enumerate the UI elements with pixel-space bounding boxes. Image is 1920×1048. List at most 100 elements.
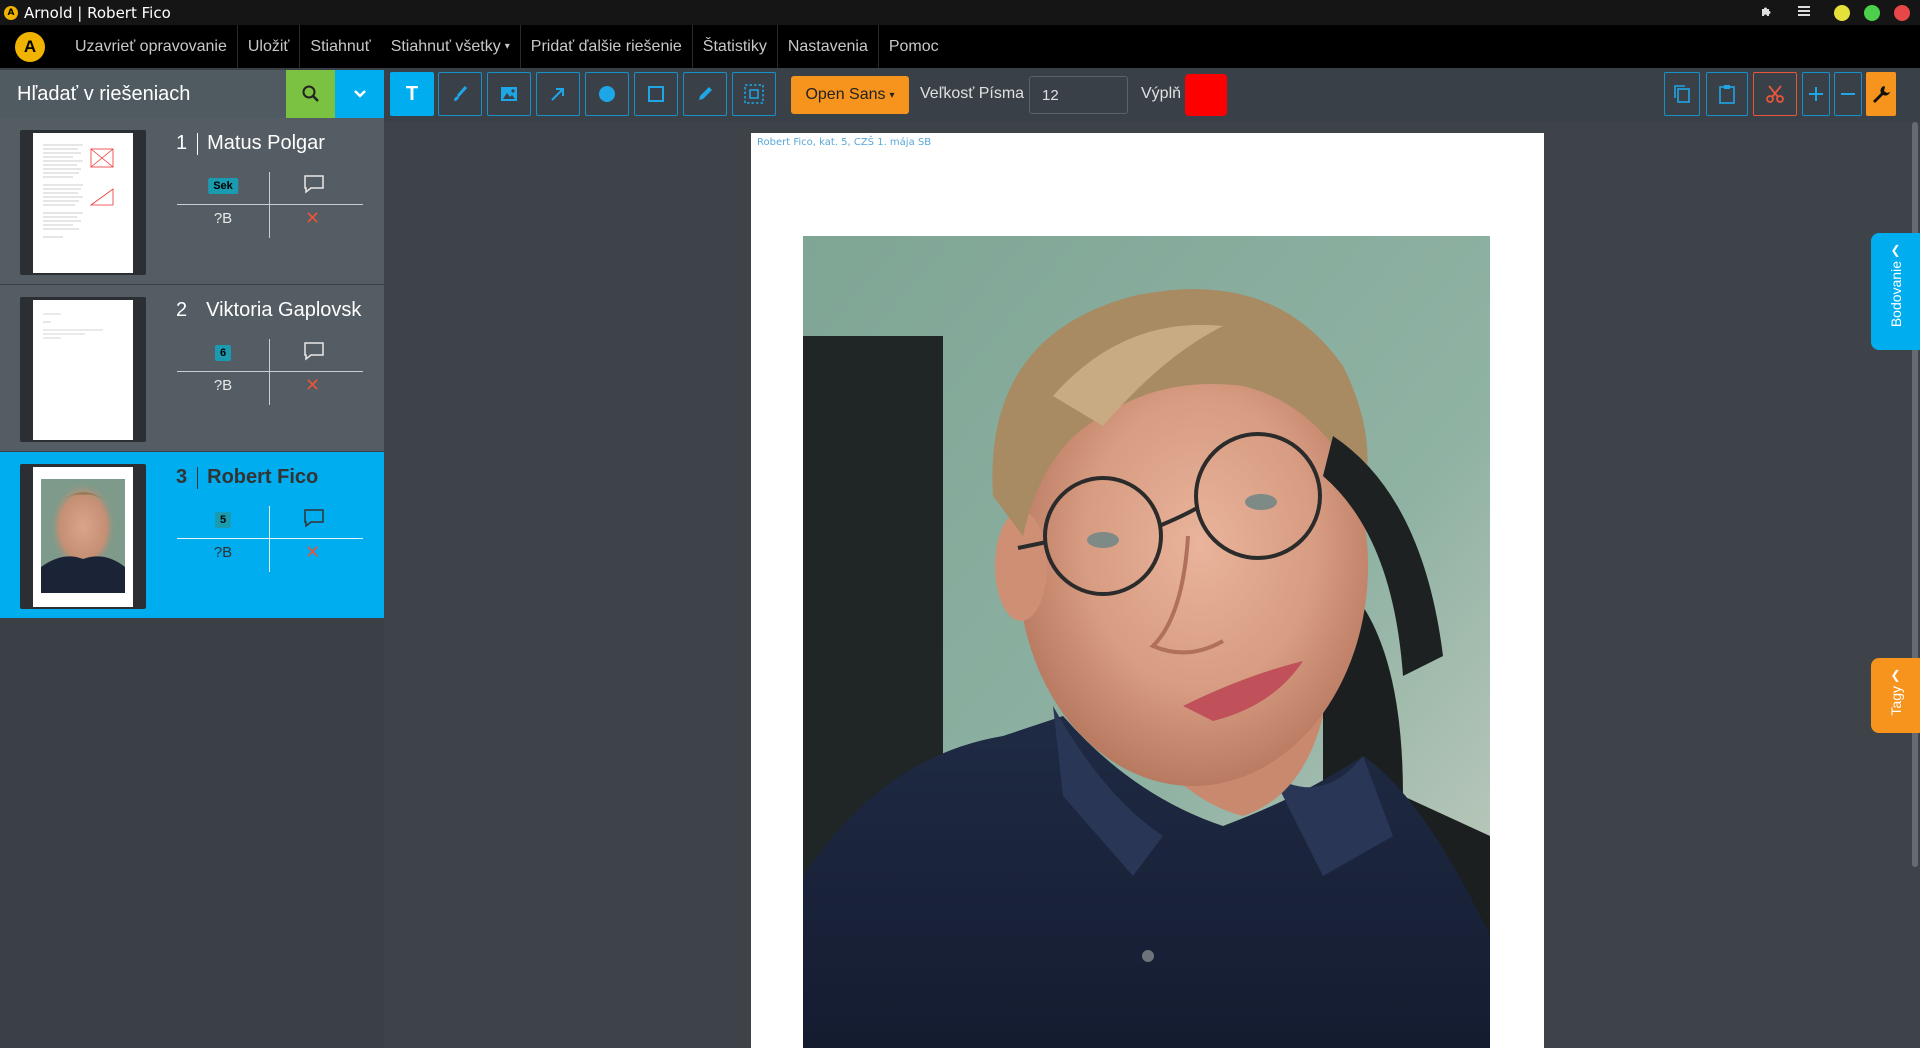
brush-icon (454, 86, 468, 101)
thumbnail-page (33, 133, 133, 273)
tags-tab[interactable]: ❮ Tagy (1871, 658, 1920, 733)
solution-score: ?B (213, 377, 233, 394)
portrait-page-preview (41, 479, 125, 593)
fill-color-swatch[interactable] (1185, 74, 1227, 116)
font-size-label: Veľkosť Písma (920, 85, 1025, 102)
comment-icon[interactable] (303, 341, 325, 365)
arrow-icon (551, 88, 564, 101)
delete-icon[interactable]: ✕ (305, 375, 320, 396)
window-title: Arnold | Robert Fico (24, 3, 171, 22)
menu-download-all[interactable]: Stiahnuť všetky ▾ (381, 25, 520, 68)
delete-icon[interactable]: ✕ (305, 542, 320, 563)
category-badge: Sek (208, 178, 238, 194)
image-tool-button[interactable] (487, 72, 531, 116)
menu-settings[interactable]: Nastavenia (776, 25, 878, 68)
font-family-value: Open Sans (805, 86, 886, 103)
solution-info-grid: Sek ?B ✕ (177, 172, 363, 238)
search-input[interactable]: Hľadať v riešeniach (0, 70, 286, 118)
solution-title: 2 Viktoria Gaplovská (176, 299, 362, 322)
app-logo[interactable]: A (15, 31, 45, 62)
menu-close-grading[interactable]: Uzavrieť opravovanie (65, 25, 237, 68)
solution-number: 2 (176, 299, 188, 321)
solution-number: 1 (176, 132, 188, 154)
search-button[interactable] (286, 70, 335, 118)
brush-tool-button[interactable] (438, 72, 482, 116)
window-titlebar: A Arnold | Robert Fico (0, 0, 1920, 25)
extensions-icon[interactable] (1760, 4, 1774, 22)
rectangle-tool-button[interactable] (634, 72, 678, 116)
solution-thumbnail (20, 464, 146, 609)
document-page[interactable]: Robert Fico, kat. 5, CZŠ 1. mája SB (751, 133, 1544, 1048)
solution-author: Viktoria Gaplovská (206, 299, 362, 321)
rectangle-icon (648, 86, 664, 102)
menu-statistics[interactable]: Štatistiky (691, 25, 777, 68)
comment-icon[interactable] (303, 174, 325, 198)
fill-label: Výplň (1141, 85, 1182, 102)
solution-info-grid: 5 ?B ✕ (177, 506, 363, 572)
minimize-button[interactable] (1834, 4, 1850, 21)
page-header-text: Robert Fico, kat. 5, CZŠ 1. mája SB (757, 137, 932, 148)
chevron-down-icon: ▾ (889, 89, 895, 101)
zoom-out-button[interactable] (1834, 72, 1862, 116)
pencil-tool-button[interactable] (683, 72, 727, 116)
solution-entry-active[interactable]: 3 Robert Fico 5 ?B ✕ (0, 452, 384, 619)
solution-entry[interactable]: 2 Viktoria Gaplovská 6 ?B ✕ (0, 285, 384, 452)
comment-icon[interactable] (303, 508, 325, 532)
chevron-down-icon: ▾ (504, 41, 510, 52)
menu-icon[interactable] (1798, 5, 1810, 21)
scoring-tab[interactable]: ❮ Bodovanie (1871, 233, 1920, 350)
minus-icon (1841, 93, 1855, 95)
solution-number: 3 (176, 466, 188, 488)
menu-help[interactable]: Pomoc (877, 25, 949, 68)
thumbnail-page (33, 467, 133, 607)
chevron-left-icon: ❮ (1890, 243, 1901, 257)
solution-thumbnail (20, 297, 146, 442)
menu-add-solution[interactable]: Pridať ďalšie riešenie (519, 25, 692, 68)
solution-title: 3 Robert Fico (176, 466, 362, 489)
search-icon (302, 85, 319, 102)
filter-dropdown-button[interactable] (335, 70, 384, 118)
document-viewer[interactable]: Robert Fico, kat. 5, CZŠ 1. mája SB (384, 122, 1910, 1048)
zoom-in-button[interactable] (1802, 72, 1830, 116)
app-icon: A (4, 5, 18, 20)
search-bar: Hľadať v riešeniach (0, 70, 384, 118)
tools-button[interactable] (1866, 72, 1896, 116)
text-page-preview (43, 313, 103, 339)
close-button[interactable] (1894, 4, 1910, 21)
delete-icon[interactable]: ✕ (305, 208, 320, 229)
annotation-toolbar: T Open Sans ▾ Veľkosť Písma 12 Výplň (384, 68, 1920, 122)
maximize-button[interactable] (1864, 4, 1880, 21)
copy-icon (1674, 85, 1690, 103)
solution-entry[interactable]: 1 Matus Polgar Sek ?B ✕ (0, 118, 384, 285)
solution-author: Matus Polgar (207, 132, 325, 154)
scissors-icon (1766, 85, 1784, 103)
pencil-icon (699, 87, 712, 100)
text-tool-button[interactable]: T (390, 72, 434, 116)
scoring-tab-label: Bodovanie (1887, 261, 1904, 328)
font-size-input[interactable]: 12 (1029, 76, 1128, 114)
menu-save[interactable]: Uložiť (236, 25, 300, 68)
copy-button[interactable] (1664, 72, 1700, 116)
select-icon (744, 84, 764, 104)
menu-download[interactable]: Stiahnuť (299, 25, 380, 68)
plus-icon (1809, 87, 1823, 101)
image-icon (501, 87, 517, 101)
select-tool-button[interactable] (732, 72, 776, 116)
handwritten-page-preview (43, 144, 114, 238)
wrench-icon (1873, 86, 1890, 103)
category-badge: 5 (214, 512, 232, 528)
clipboard-icon (1719, 85, 1735, 104)
solution-photo (803, 236, 1490, 1048)
solution-title: 1 Matus Polgar (176, 132, 362, 155)
solution-score: ?B (213, 210, 233, 227)
solution-author: Robert Fico (207, 466, 319, 488)
paste-button[interactable] (1706, 72, 1748, 116)
solution-score: ?B (213, 544, 233, 561)
arrow-tool-button[interactable] (536, 72, 580, 116)
font-family-dropdown[interactable]: Open Sans ▾ (791, 76, 909, 114)
cut-button[interactable] (1753, 72, 1797, 116)
circle-tool-button[interactable] (585, 72, 629, 116)
circle-icon (599, 86, 615, 102)
solution-info-grid: 6 ?B ✕ (177, 339, 363, 405)
chevron-left-icon: ❮ (1890, 668, 1901, 682)
